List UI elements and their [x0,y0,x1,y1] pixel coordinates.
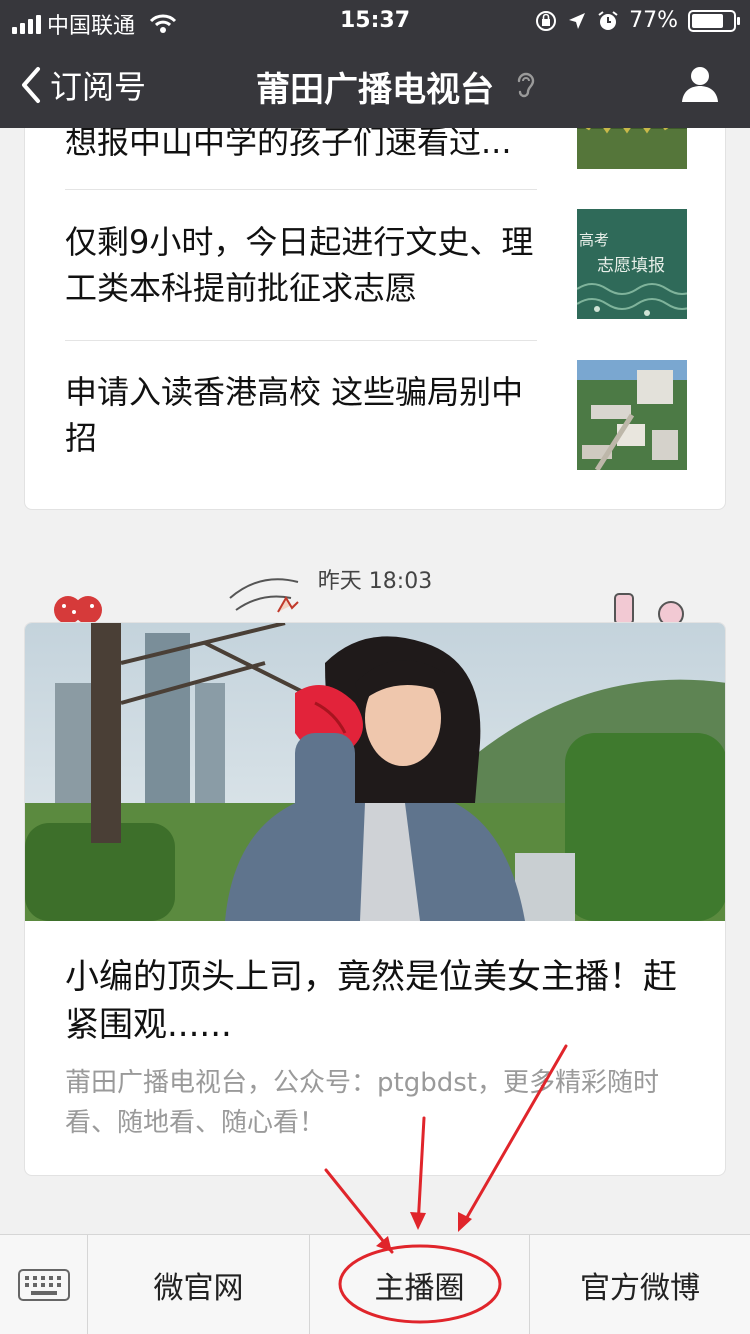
battery-percent: 77% [629,8,678,33]
thumb-text-b: 志愿填报 [597,256,665,276]
page-title: 莆田广播电视台 [256,70,494,110]
status-bar: 中国联通 15:37 77% [0,0,750,40]
menu-item-official-weibo[interactable]: 官方微博 [530,1235,750,1334]
location-icon [569,12,586,29]
feature-article-card[interactable]: 小编的顶头上司，竟然是位美女主播！赶紧围观...... 莆田广播电视台，公众号：… [24,622,726,1176]
battery-icon [688,9,740,32]
feature-headline: 小编的顶头上司，竟然是位美女主播！赶紧围观...... [65,957,677,1045]
article-divider [65,340,537,341]
message-timestamp: 昨天 18:03 [317,569,433,594]
top-bar: 中国联通 15:37 77% 订阅号 莆田广播电视台 [0,0,750,128]
feature-digest: 莆田广播电视台，公众号：ptgbdst，更多精彩随时看、随地看、随心看！ [65,1068,659,1138]
thumb-text-a: 高考 [579,231,610,249]
article-list-card: 想报中山中学的孩子们速看过... 仅剩9小时，今日起进行文史、理工类本科提前批征… [24,99,726,510]
menu-item-micro-site[interactable]: 微官网 [88,1235,309,1334]
article-title-2[interactable]: 仅剩9小时，今日起进行文史、理工类本科提前批征求志愿 [65,219,537,311]
article-divider [65,189,537,190]
navigation-bar: 订阅号 莆田广播电视台 [0,40,750,128]
alarm-icon [598,10,618,30]
feature-cover-image [25,623,725,921]
bottom-menu: 微官网 主播圈 官方微博 [0,1234,750,1334]
article-thumb-3[interactable] [577,360,687,470]
menu-item-anchor-circle[interactable]: 主播圈 [310,1235,529,1334]
orientation-lock-icon [536,10,557,31]
keyboard-icon [18,1269,70,1301]
article-thumb-2[interactable]: 高考 志愿填报 [577,209,687,319]
decorative-doodle [614,593,684,626]
article-title-3[interactable]: 申请入读香港高校 这些骗局别中招 [65,369,537,461]
decorative-doodle [54,596,102,624]
ear-icon[interactable] [514,70,536,100]
keyboard-toggle-button[interactable] [0,1235,88,1334]
user-icon[interactable] [680,64,720,104]
